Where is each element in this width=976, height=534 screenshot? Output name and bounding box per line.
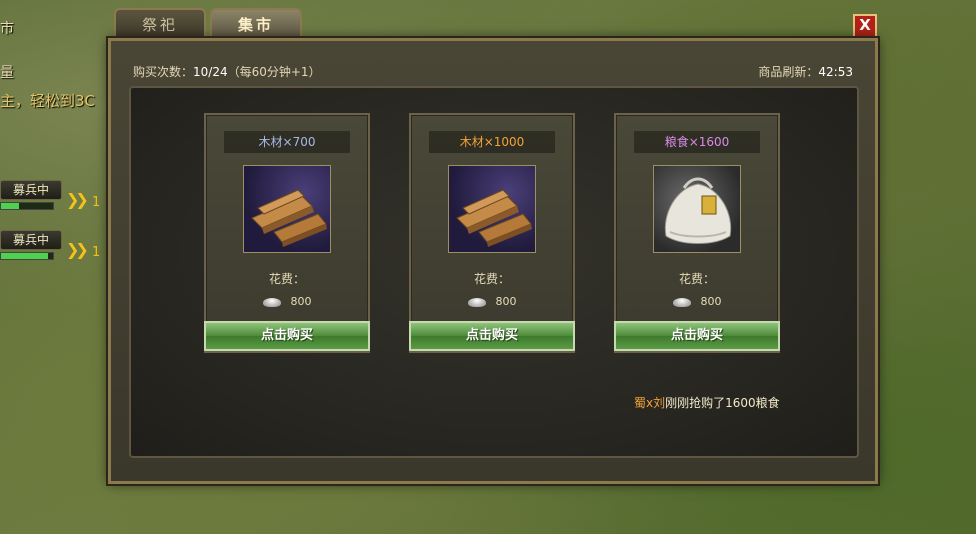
recruit-status-2[interactable]: 募兵中 (0, 230, 62, 250)
purchase-count-value: 10/24 (193, 65, 228, 79)
cost-value: 800 (290, 295, 312, 308)
notice-text: 刚刚抢购了1600粮食 (665, 396, 780, 410)
cost-value: 800 (495, 295, 517, 308)
goods-card: 木材×1000 花费： 800 点击购买 (409, 113, 575, 353)
recruit-count-2: 1 (92, 245, 101, 260)
market-dialog: 购买次数：10/24（每60分钟+1） 商品刷新：42:53 木材×700 花费… (108, 38, 878, 484)
buy-button[interactable]: 点击购买 (614, 321, 780, 351)
purchase-notice: 蜀x刘刚刚抢购了1600粮食 (634, 394, 780, 411)
silver-ingot-icon (262, 297, 281, 307)
tab-market[interactable]: 集市 (210, 8, 302, 40)
cost-row: 800 (206, 295, 368, 308)
grain-sack-icon (653, 165, 741, 253)
buy-button[interactable]: 点击购买 (409, 321, 575, 351)
cost-label: 花费： (678, 272, 715, 286)
goods-name: 木材×1000 (429, 131, 555, 153)
goods-card: 粮食×1600 花费： 800 点击购买 (614, 113, 780, 353)
recruit-progress-1 (0, 202, 54, 210)
purchase-count-note: （每60分钟+1） (227, 65, 321, 79)
purchase-count: 购买次数：10/24（每60分钟+1） (133, 63, 321, 80)
goods-name: 粮食×1600 (634, 131, 760, 153)
goods-panel: 木材×700 花费： 800 点击购买 木材×1000 花费： 800 点击购买… (129, 86, 859, 458)
background-text-1: 市 (0, 21, 14, 37)
recruit-progress-2 (0, 252, 54, 260)
cost-row: 800 (411, 295, 573, 308)
refresh-timer: 商品刷新：42:53 (758, 63, 853, 80)
silver-ingot-icon (672, 297, 691, 307)
chevron-right-icon[interactable]: ❯❯ (66, 190, 89, 209)
background-text-2: 量 (0, 65, 14, 81)
purchase-count-label: 购买次数： (133, 65, 194, 79)
notice-player: 蜀x刘 (634, 396, 666, 410)
silver-ingot-icon (467, 297, 486, 307)
recruit-count-1: 1 (92, 195, 101, 210)
chevron-right-icon[interactable]: ❯❯ (66, 240, 89, 259)
tab-sacrifice[interactable]: 祭祀 (114, 8, 206, 40)
recruit-status-1[interactable]: 募兵中 (0, 180, 62, 200)
background-text-3: 主，轻松到3C (0, 92, 96, 110)
cost-value: 800 (700, 295, 722, 308)
wood-planks-icon (243, 165, 331, 253)
goods-name: 木材×700 (224, 131, 350, 153)
refresh-timer-label: 商品刷新： (758, 65, 819, 79)
cost-label: 花费： (473, 272, 510, 286)
buy-button[interactable]: 点击购买 (204, 321, 370, 351)
goods-card: 木材×700 花费： 800 点击购买 (204, 113, 370, 353)
wood-planks-icon (448, 165, 536, 253)
cost-label: 花费： (268, 272, 305, 286)
close-button[interactable]: X (853, 14, 877, 38)
refresh-timer-value: 42:53 (818, 65, 853, 79)
cost-row: 800 (616, 295, 778, 308)
